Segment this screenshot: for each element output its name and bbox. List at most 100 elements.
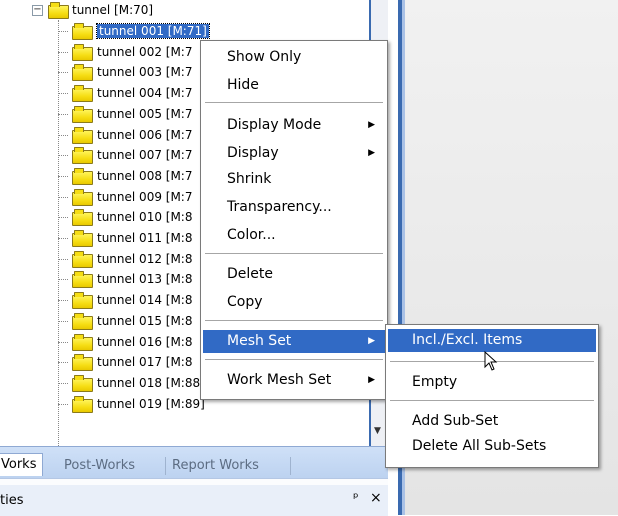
tree-item-label: tunnel 012 [M:8 — [97, 251, 193, 266]
menu-separator — [205, 253, 383, 254]
tab-works[interactable]: Vorks — [0, 453, 44, 476]
tree-guide-line — [58, 403, 68, 405]
menu-item-mesh-set[interactable]: Mesh Set ▶ — [203, 330, 385, 353]
menu-item-label: Shrink — [227, 171, 272, 187]
tree-item-label: tunnel 004 [M:7 — [97, 86, 193, 101]
tree-guide-line — [58, 341, 68, 343]
mesh-set-submenu: Incl./Excl. Items Empty Add Sub-Set Dele… — [385, 324, 599, 468]
tree-item-label: tunnel 008 [M:7 — [97, 168, 193, 183]
menu-separator — [205, 359, 383, 360]
tree-guide-line — [58, 279, 68, 281]
tab-report-works[interactable]: Report Works — [172, 455, 259, 477]
tree-item-label: tunnel 015 [M:8 — [97, 313, 193, 328]
menu-separator — [205, 102, 383, 103]
menu-item-display-mode[interactable]: Display Mode ▶ — [203, 114, 385, 137]
menu-item-label: Color... — [227, 227, 276, 243]
works-tab-bar: Vorks Post-Works Report Works — [0, 446, 388, 479]
folder-icon — [72, 126, 93, 144]
tree-guide-line — [58, 217, 68, 219]
menu-item-transparency[interactable]: Transparency... — [203, 196, 385, 219]
menu-item-shrink[interactable]: Shrink — [203, 168, 385, 191]
tree-guide-line — [58, 300, 68, 302]
tree-guide-line — [58, 51, 68, 53]
menu-item-empty[interactable]: Empty — [388, 371, 596, 394]
menu-item-delete-all-sub-sets[interactable]: Delete All Sub-Sets — [388, 435, 596, 458]
tree-item-label: tunnel 006 [M:7 — [97, 127, 193, 142]
context-menu: Show Only Hide Display Mode ▶ Display ▶ Sh… — [200, 40, 388, 400]
menu-item-copy[interactable]: Copy — [203, 291, 385, 314]
mouse-pointer-icon — [484, 351, 498, 371]
tab-divider — [165, 457, 166, 475]
folder-icon — [72, 105, 93, 123]
folder-icon — [72, 395, 93, 413]
folder-icon — [72, 209, 93, 227]
menu-item-label: Delete All Sub-Sets — [412, 438, 547, 454]
tree-guide-line — [58, 258, 68, 260]
folder-icon — [72, 147, 93, 165]
tree-guide-line — [58, 93, 68, 95]
menu-item-label: Display — [227, 145, 279, 161]
tree-item-label: tunnel 019 [M:89] — [97, 396, 205, 411]
folder-icon — [72, 167, 93, 185]
pin-icon[interactable]: ᵖ — [353, 491, 359, 506]
tree-item-label: tunnel 009 [M:7 — [97, 189, 193, 204]
tree-item-label: tunnel 007 [M:7 — [97, 148, 193, 163]
tab-divider — [290, 457, 291, 475]
menu-item-show-only[interactable]: Show Only — [203, 46, 385, 69]
panel-strip — [0, 479, 388, 485]
folder-icon — [72, 43, 93, 61]
menu-separator — [205, 320, 383, 321]
menu-item-delete[interactable]: Delete — [203, 263, 385, 286]
folder-icon — [72, 271, 93, 289]
collapse-icon[interactable]: − — [32, 5, 43, 16]
menu-item-work-mesh-set[interactable]: Work Mesh Set ▶ — [203, 369, 385, 392]
menu-separator — [390, 400, 594, 401]
tree-item-label: tunnel 017 [M:8 — [97, 355, 193, 370]
tree-item-label: tunnel 013 [M:8 — [97, 272, 193, 287]
menu-item-display[interactable]: Display ▶ — [203, 142, 385, 165]
menu-item-color[interactable]: Color... — [203, 224, 385, 247]
menu-item-hide[interactable]: Hide — [203, 74, 385, 97]
properties-panel-header: ties ᵖ × — [0, 478, 388, 516]
tree-item-label: tunnel 003 [M:7 — [97, 65, 193, 80]
folder-icon — [72, 312, 93, 330]
close-icon[interactable]: × — [370, 490, 382, 506]
folder-icon — [72, 230, 93, 247]
folder-icon — [72, 354, 93, 372]
tree-item-label: tunnel 001 [M:71] — [96, 23, 210, 39]
menu-item-label: Transparency... — [227, 199, 332, 215]
scroll-down-icon[interactable]: ▼ — [374, 426, 381, 436]
tree-guide-line — [58, 134, 68, 136]
properties-title: ties — [0, 493, 24, 508]
menu-item-label: Empty — [412, 374, 458, 390]
submenu-arrow-icon: ▶ — [368, 148, 375, 158]
menu-item-label: Hide — [227, 77, 259, 93]
tree-item-label: tunnel 002 [M:7 — [97, 44, 193, 59]
tree-root-node[interactable]: − tunnel [M:70] — [0, 0, 370, 20]
tree-guide-line — [58, 113, 68, 115]
menu-item-incl-excl-items[interactable]: Incl./Excl. Items — [388, 329, 596, 352]
menu-item-label: Work Mesh Set — [227, 372, 332, 388]
folder-icon — [72, 374, 93, 392]
menu-item-add-sub-set[interactable]: Add Sub-Set — [388, 410, 596, 433]
folder-icon — [72, 64, 93, 82]
folder-icon — [72, 250, 93, 268]
menu-item-label: Delete — [227, 266, 273, 282]
folder-icon — [72, 292, 93, 310]
tree-item-label: tunnel 018 [M:88] — [97, 375, 205, 390]
tree-root-label: tunnel [M:70] — [72, 3, 154, 17]
tree-item-label: tunnel 016 [M:8 — [97, 334, 193, 349]
tree-item-label: tunnel 014 [M:8 — [97, 293, 193, 308]
tab-post-works[interactable]: Post-Works — [64, 455, 135, 477]
folder-icon — [72, 85, 93, 103]
menu-item-label: Incl./Excl. Items — [412, 332, 523, 348]
tree-item-label: tunnel 010 [M:8 — [97, 210, 193, 225]
tree-guide-line — [58, 362, 68, 364]
tree-item[interactable]: tunnel 001 [M:71] — [0, 21, 370, 41]
tree-guide-line — [58, 155, 68, 157]
menu-item-label: Show Only — [227, 49, 302, 65]
tree-item-label: tunnel 005 [M:7 — [97, 106, 193, 121]
menu-item-label: Display Mode — [227, 117, 322, 133]
folder-icon — [72, 23, 93, 40]
submenu-arrow-icon: ▶ — [368, 375, 375, 385]
